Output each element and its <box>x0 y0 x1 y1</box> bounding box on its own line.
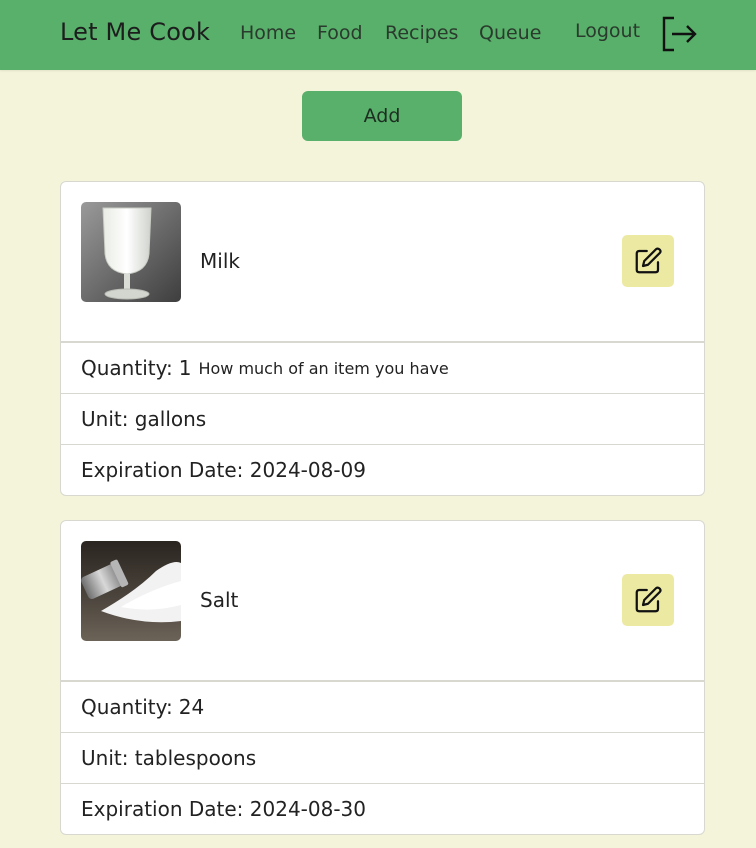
expiration-row: Expiration Date: 2024-08-30 <box>61 783 704 834</box>
quantity-value: 1 <box>178 356 192 380</box>
card-header: Milk <box>61 182 704 342</box>
edit-button[interactable] <box>622 235 674 287</box>
edit-button[interactable] <box>622 574 674 626</box>
nav-link-queue[interactable]: Queue <box>479 22 541 44</box>
item-name: Milk <box>200 249 240 273</box>
food-card-milk: Milk Quantity: 1 How much of an item you… <box>60 181 705 496</box>
navbar: Let Me Cook Home Food Recipes Queue Logo… <box>0 0 756 70</box>
nav-link-home[interactable]: Home <box>240 22 296 44</box>
quantity-hint: How much of an item you have <box>198 358 449 378</box>
item-name: Salt <box>200 588 239 612</box>
food-card-salt: Salt Quantity: 24 Unit: tablespoons Expi… <box>60 520 705 835</box>
expiration-row: Expiration Date: 2024-08-09 <box>61 444 704 495</box>
nav-link-food[interactable]: Food <box>317 22 363 44</box>
card-header: Salt <box>61 521 704 681</box>
quantity-value: 24 <box>178 695 205 719</box>
edit-icon <box>635 247 662 274</box>
quantity-label: Quantity: <box>81 356 173 380</box>
logout-icon[interactable] <box>660 15 698 53</box>
nav-link-recipes[interactable]: Recipes <box>385 22 458 44</box>
brand-title[interactable]: Let Me Cook <box>60 18 210 46</box>
milk-image <box>81 202 181 302</box>
edit-icon <box>635 586 662 613</box>
salt-image <box>81 541 181 641</box>
quantity-label: Quantity: <box>81 695 173 719</box>
unit-row: Unit: tablespoons <box>61 732 704 783</box>
quantity-row: Quantity: 24 <box>61 681 704 732</box>
unit-row: Unit: gallons <box>61 393 704 444</box>
add-button[interactable]: Add <box>302 91 462 141</box>
logout-link[interactable]: Logout <box>575 20 640 42</box>
quantity-row: Quantity: 1 How much of an item you have <box>61 342 704 393</box>
